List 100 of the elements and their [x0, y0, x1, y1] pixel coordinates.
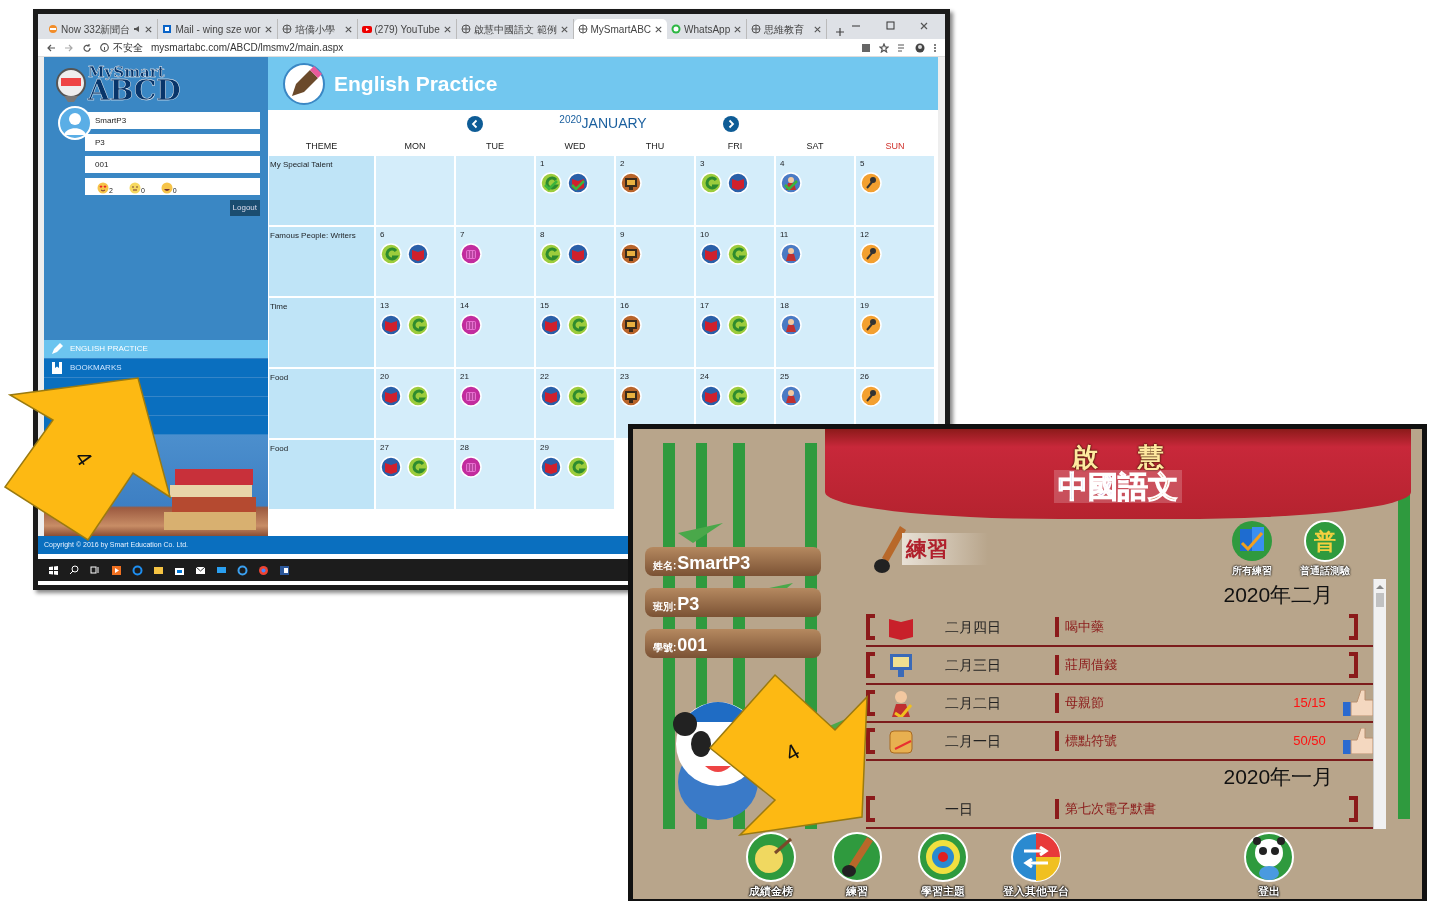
- translate-icon[interactable]: [861, 42, 871, 53]
- brush-icon: [831, 830, 883, 883]
- browser-icon[interactable]: [258, 564, 269, 576]
- book-icon[interactable]: [380, 314, 402, 336]
- document-icon[interactable]: [279, 564, 290, 576]
- browser-tab[interactable]: MySmartABC: [573, 19, 668, 39]
- windows-logo-icon[interactable]: [48, 564, 59, 576]
- book-icon[interactable]: [407, 243, 429, 265]
- key-icon[interactable]: [860, 172, 882, 194]
- arc-badge-icon[interactable]: [727, 243, 749, 265]
- book-icon[interactable]: [567, 172, 589, 194]
- arc-badge-icon[interactable]: [540, 172, 562, 194]
- book-icon[interactable]: [727, 172, 749, 194]
- figure-icon[interactable]: [780, 243, 802, 265]
- key-icon[interactable]: [860, 243, 882, 265]
- arc-badge-icon[interactable]: [567, 314, 589, 336]
- monitor-icon[interactable]: [620, 243, 642, 265]
- book-icon[interactable]: [700, 385, 722, 407]
- drum-icon[interactable]: [460, 385, 482, 407]
- figure-icon[interactable]: [780, 314, 802, 336]
- book-icon[interactable]: [540, 456, 562, 478]
- star-icon[interactable]: [879, 42, 889, 53]
- arc-badge-icon[interactable]: [567, 456, 589, 478]
- site-icon: [48, 24, 58, 34]
- browser-e-icon[interactable]: [132, 564, 143, 576]
- url-text[interactable]: mysmartabc.com/ABCD/lmsmv2/main.aspx: [151, 40, 344, 55]
- browser-tab[interactable]: WhatsApp: [667, 19, 748, 39]
- arc-badge-icon[interactable]: [567, 385, 589, 407]
- grin-face-icon: [160, 182, 173, 194]
- practice-row[interactable]: 二月四日 喝中藥: [865, 609, 1374, 647]
- monitor-icon[interactable]: [620, 172, 642, 194]
- info-value: P3: [677, 593, 700, 616]
- logo-text: ABCD: [88, 78, 181, 103]
- reload-icon[interactable]: [82, 42, 92, 53]
- previous-month-icon[interactable]: [467, 115, 483, 132]
- close-icon[interactable]: [263, 24, 273, 34]
- arc-badge-icon[interactable]: [727, 314, 749, 336]
- close-icon[interactable]: [919, 21, 929, 31]
- monitor-icon[interactable]: [620, 385, 642, 407]
- logout-button[interactable]: Logout: [229, 200, 260, 216]
- arc-badge-icon[interactable]: [700, 172, 722, 194]
- practice-row[interactable]: 一日 第七次電子默書: [865, 791, 1374, 829]
- figure-icon[interactable]: [780, 385, 802, 407]
- key-icon[interactable]: [860, 385, 882, 407]
- arc-badge-icon[interactable]: [380, 243, 402, 265]
- book-icon[interactable]: [380, 385, 402, 407]
- close-icon[interactable]: [654, 24, 664, 34]
- profile-icon[interactable]: [915, 42, 925, 53]
- close-icon[interactable]: [442, 24, 452, 34]
- browser-tab[interactable]: Mail - wing sze wor: [158, 19, 278, 39]
- arc-badge-icon[interactable]: [727, 385, 749, 407]
- love-face-icon: [97, 182, 109, 194]
- practice-row[interactable]: 二月三日 莊周借錢: [865, 647, 1374, 685]
- search-icon[interactable]: [69, 564, 80, 576]
- scrollbar[interactable]: [1373, 579, 1387, 829]
- monitor-icon[interactable]: [620, 314, 642, 336]
- bracket-mark: [865, 652, 875, 678]
- book-icon[interactable]: [700, 243, 722, 265]
- task-view-icon[interactable]: [90, 564, 101, 576]
- computer-icon[interactable]: [216, 564, 227, 576]
- book-icon[interactable]: [540, 385, 562, 407]
- browser-tab[interactable]: Now 332新聞台: [44, 19, 159, 39]
- drum-icon[interactable]: [460, 456, 482, 478]
- mail-icon[interactable]: [195, 564, 206, 576]
- sidebar-menu-item[interactable]: BOOKMARKS: [44, 359, 268, 378]
- drum-icon[interactable]: [460, 314, 482, 336]
- arc-badge-icon[interactable]: [540, 243, 562, 265]
- next-month-icon[interactable]: [723, 115, 739, 132]
- key-icon[interactable]: [860, 314, 882, 336]
- book-icon[interactable]: [700, 314, 722, 336]
- target-icon: [917, 830, 969, 883]
- close-icon[interactable]: [343, 24, 353, 34]
- practice-date: 二月一日: [944, 731, 1002, 751]
- arc-badge-icon[interactable]: [407, 456, 429, 478]
- browser-e-icon[interactable]: [237, 564, 248, 576]
- folder-icon[interactable]: [153, 564, 164, 576]
- more-menu-icon[interactable]: [933, 42, 937, 53]
- plus-icon[interactable]: [835, 27, 846, 38]
- figure-icon[interactable]: [780, 172, 802, 194]
- close-icon[interactable]: [559, 24, 569, 34]
- arc-badge-icon[interactable]: [407, 314, 429, 336]
- browser-tab[interactable]: (279) YouTube: [357, 19, 457, 39]
- book-icon[interactable]: [540, 314, 562, 336]
- book-icon[interactable]: [567, 243, 589, 265]
- book-icon[interactable]: [380, 456, 402, 478]
- day-number: 26: [860, 371, 870, 383]
- day-number: 8: [540, 229, 546, 241]
- close-icon[interactable]: [144, 24, 154, 34]
- media-player-icon[interactable]: [111, 564, 122, 576]
- tab-title: Now 332新聞台: [61, 22, 131, 37]
- arc-badge-icon[interactable]: [407, 385, 429, 407]
- close-icon[interactable]: [813, 24, 823, 34]
- browser-tab[interactable]: 啟慧中國語文 範例: [456, 19, 574, 39]
- browser-tab[interactable]: 思維教育: [747, 19, 828, 39]
- browser-tab[interactable]: 培僑小學: [277, 19, 358, 39]
- back-arrow-icon[interactable]: [46, 42, 56, 53]
- close-icon[interactable]: [733, 24, 743, 34]
- drum-icon[interactable]: [460, 243, 482, 265]
- maximize-icon[interactable]: [885, 21, 895, 31]
- day-number: 21: [460, 371, 470, 383]
